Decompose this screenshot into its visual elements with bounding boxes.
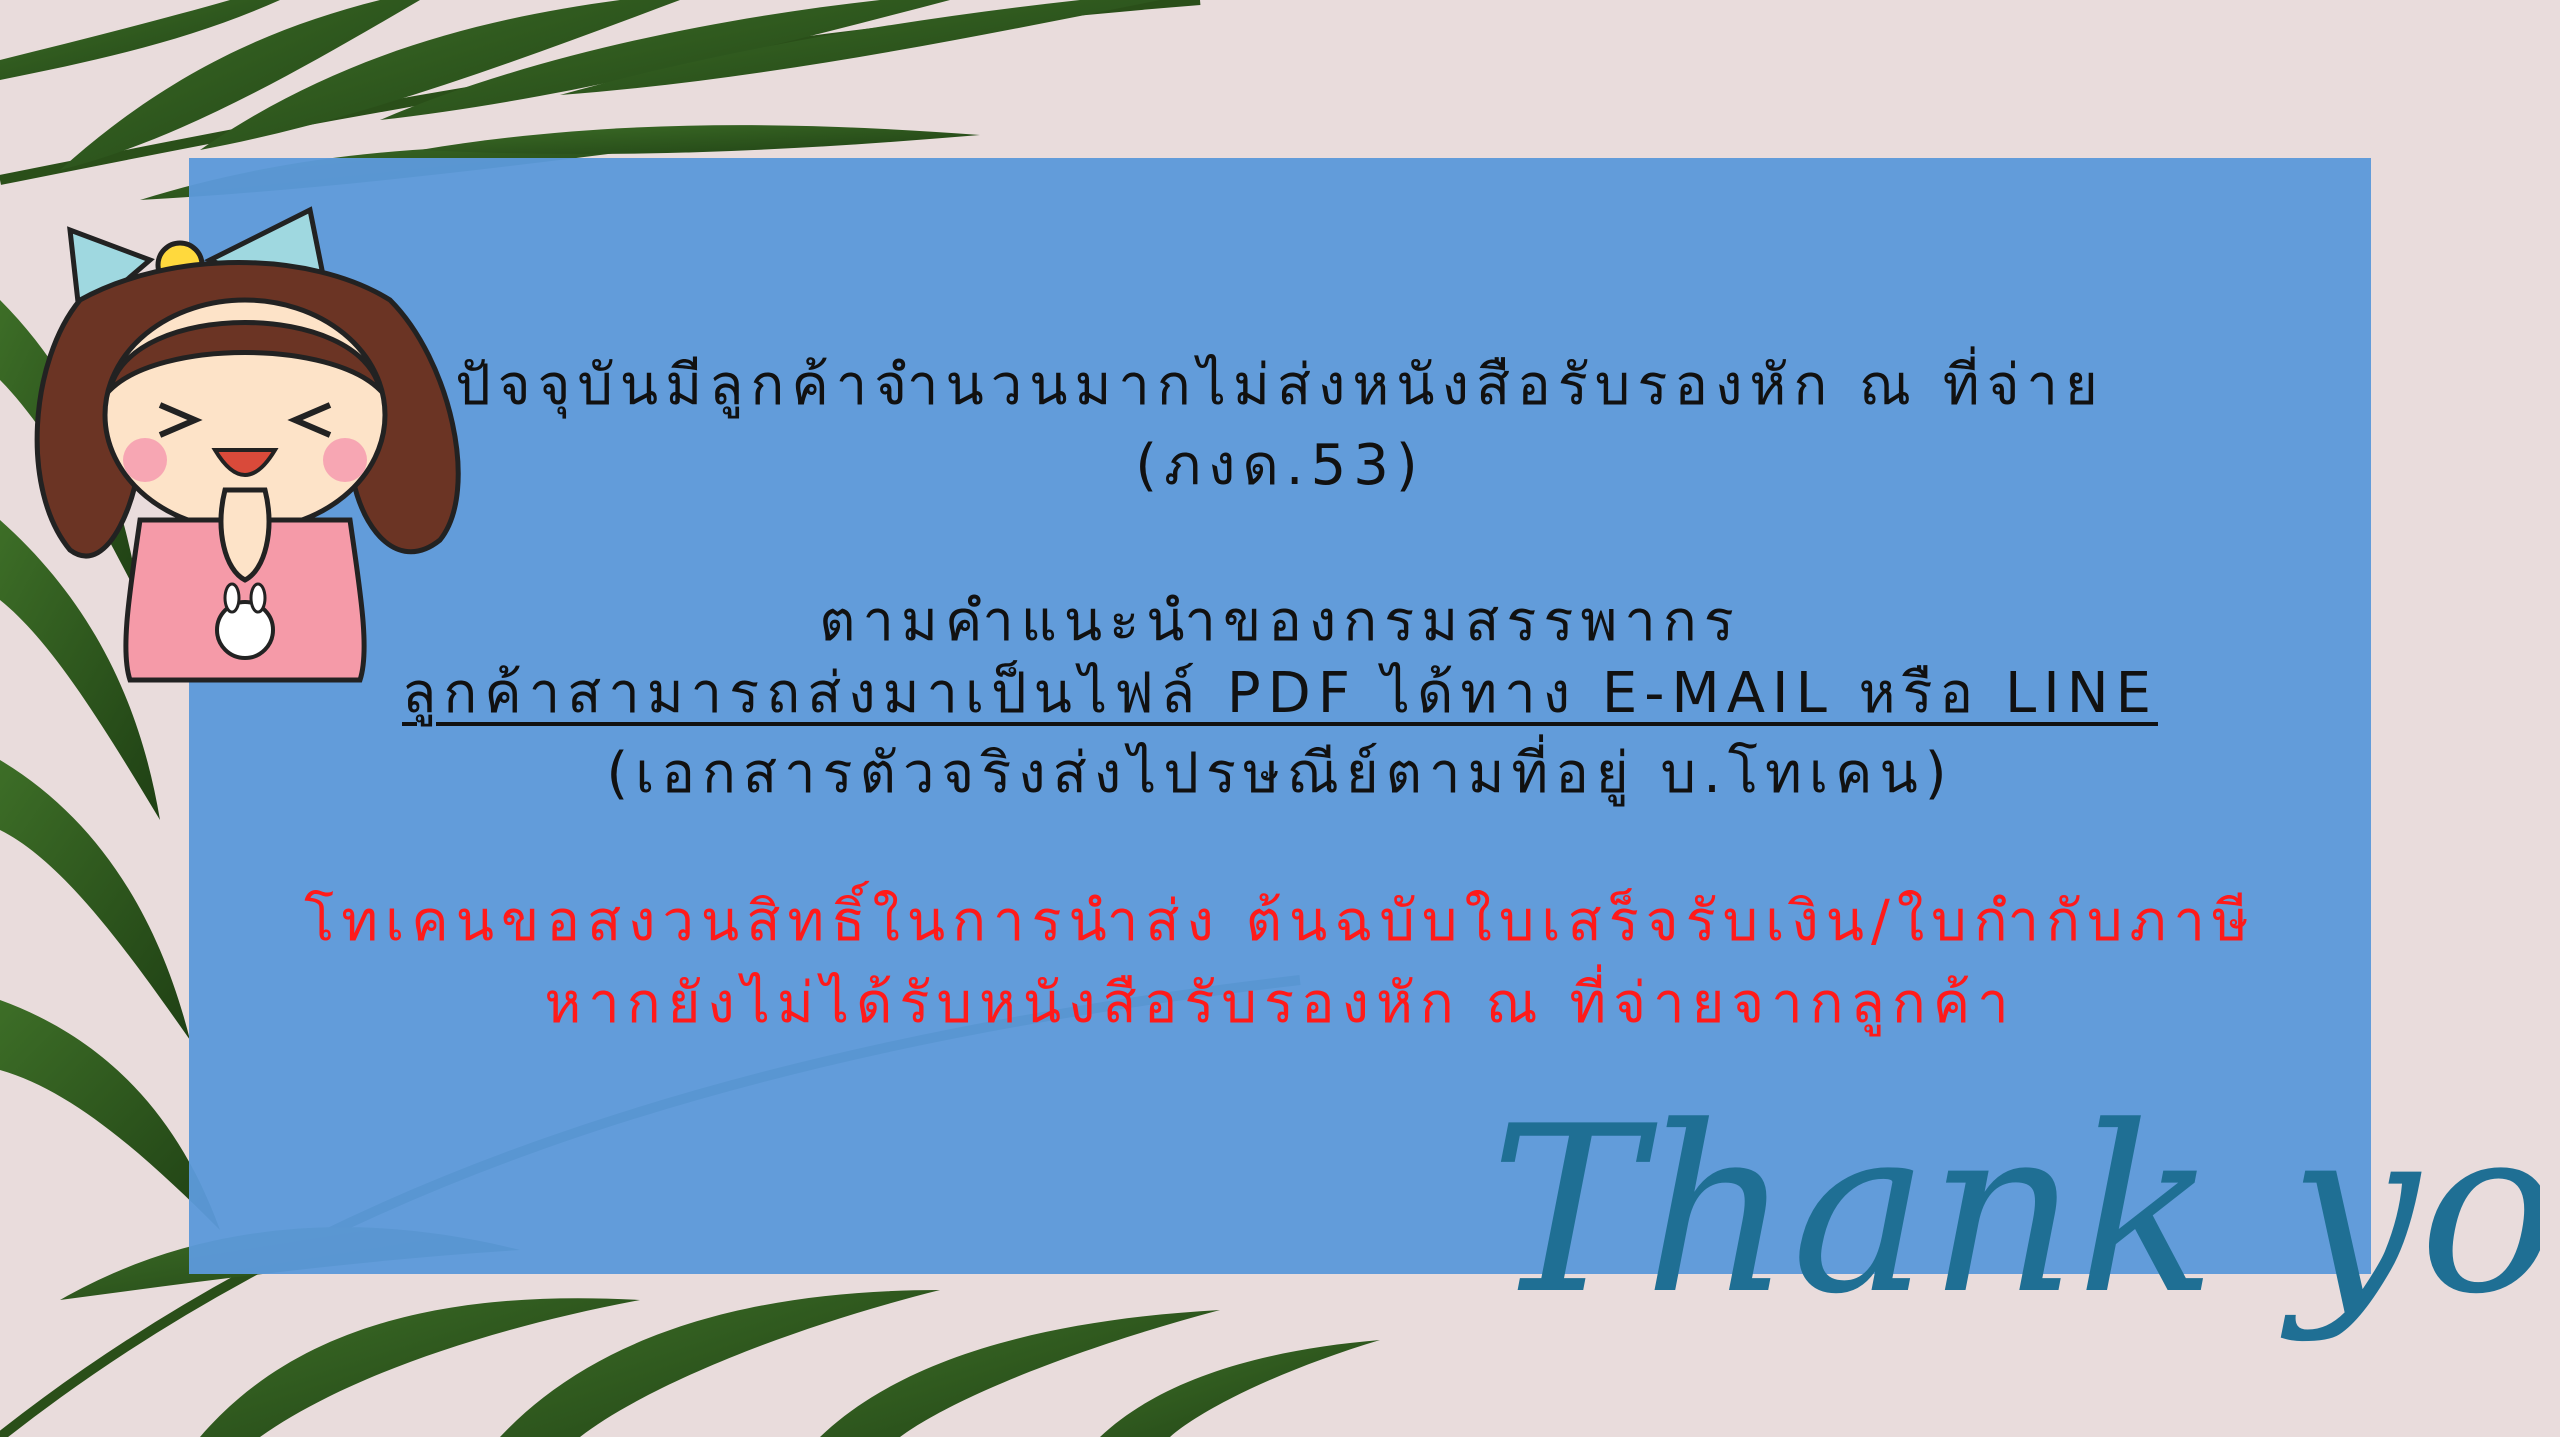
girl-greeting-illustration: [34, 206, 461, 683]
thank-you-text: Thank you!: [1490, 1078, 2540, 1345]
notice-line-7: หากยังไม่ได้รับหนังสือรับรองหัก ณ ที่จ่า…: [544, 971, 2016, 1036]
notice-line-4: ลูกค้าสามารถส่งมาเป็นไฟล์ PDF ได้ทาง E-M…: [402, 661, 2158, 726]
notice-line-1: ปัจจุบันมีลูกค้าจำนวนมากไม่ส่งหนังสือรับ…: [455, 353, 2105, 418]
svg-text:Thank you!: Thank you!: [1490, 1078, 2540, 1345]
notice-line-2: (ภงด.53): [1135, 433, 1425, 498]
notice-line-6: โทเคนขอสงวนสิทธิ์ในการนำส่ง ต้นฉบับใบเสร…: [304, 889, 2256, 954]
notice-line-5: (เอกสารตัวจริงส่งไปรษณีย์ตามที่อยู่ บ.โท…: [606, 741, 1954, 806]
